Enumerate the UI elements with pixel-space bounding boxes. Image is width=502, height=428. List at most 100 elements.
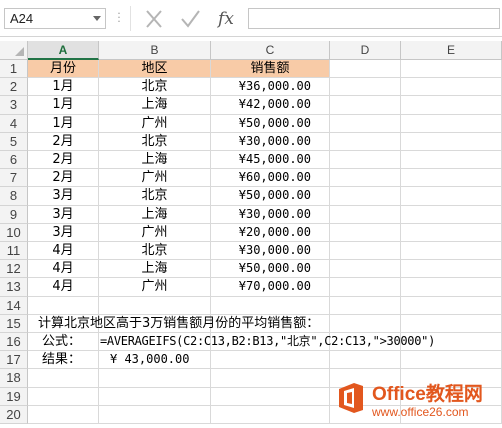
row-header-1[interactable]: 1 bbox=[0, 60, 28, 79]
cell-month[interactable]: 4月 bbox=[28, 242, 99, 261]
cell-region[interactable]: 上海 bbox=[99, 151, 211, 170]
cell[interactable] bbox=[330, 114, 401, 133]
cell-region[interactable]: 上海 bbox=[99, 260, 211, 279]
cell[interactable] bbox=[401, 132, 502, 151]
cell-month[interactable]: 2月 bbox=[28, 151, 99, 170]
cell-month[interactable]: 4月 bbox=[28, 260, 99, 279]
cell-month[interactable]: 4月 bbox=[28, 278, 99, 297]
cell[interactable] bbox=[330, 187, 401, 206]
cell[interactable] bbox=[401, 278, 502, 297]
cell[interactable] bbox=[330, 242, 401, 261]
cell-month[interactable]: 2月 bbox=[28, 132, 99, 151]
cell[interactable] bbox=[330, 132, 401, 151]
table-header-month[interactable]: 月份 bbox=[28, 60, 99, 79]
row-header-7[interactable]: 7 bbox=[0, 169, 28, 188]
cell[interactable] bbox=[401, 187, 502, 206]
cell-month[interactable]: 3月 bbox=[28, 223, 99, 242]
cell[interactable] bbox=[99, 369, 211, 388]
row-header-5[interactable]: 5 bbox=[0, 132, 28, 151]
cell-sales[interactable]: ¥50,000.00 bbox=[211, 114, 330, 133]
cell-month[interactable]: 3月 bbox=[28, 205, 99, 224]
row-header-13[interactable]: 13 bbox=[0, 278, 28, 297]
row-header-18[interactable]: 18 bbox=[0, 369, 28, 388]
cell[interactable] bbox=[99, 296, 211, 315]
column-header-e[interactable]: E bbox=[401, 41, 502, 60]
formula-input[interactable] bbox=[248, 8, 500, 29]
cell[interactable] bbox=[330, 296, 401, 315]
cell-sales[interactable]: ¥60,000.00 bbox=[211, 169, 330, 188]
cell[interactable] bbox=[99, 405, 211, 424]
cell[interactable] bbox=[211, 387, 330, 406]
row-header-8[interactable]: 8 bbox=[0, 187, 28, 206]
cell-sales[interactable]: ¥42,000.00 bbox=[211, 96, 330, 115]
cell-month[interactable]: 1月 bbox=[28, 78, 99, 97]
dropdown-arrow-icon[interactable] bbox=[93, 16, 101, 21]
cell-sales[interactable]: ¥50,000.00 bbox=[211, 260, 330, 279]
row-header-19[interactable]: 19 bbox=[0, 387, 28, 406]
cell-region[interactable]: 广州 bbox=[99, 223, 211, 242]
cell-region[interactable]: 北京 bbox=[99, 242, 211, 261]
name-box[interactable]: A24 bbox=[4, 8, 106, 29]
row-header-6[interactable]: 6 bbox=[0, 151, 28, 170]
row-header-3[interactable]: 3 bbox=[0, 96, 28, 115]
row-header-17[interactable]: 17 bbox=[0, 351, 28, 370]
cell-sales[interactable]: ¥70,000.00 bbox=[211, 278, 330, 297]
enter-icon[interactable] bbox=[178, 8, 202, 30]
cell[interactable] bbox=[401, 169, 502, 188]
cell-sales[interactable]: ¥36,000.00 bbox=[211, 78, 330, 97]
cell[interactable] bbox=[211, 405, 330, 424]
cell[interactable] bbox=[211, 369, 330, 388]
drag-handle-icon[interactable]: · · · bbox=[117, 8, 121, 27]
cell[interactable] bbox=[401, 78, 502, 97]
cell-month[interactable]: 2月 bbox=[28, 169, 99, 188]
cell-sales[interactable]: ¥30,000.00 bbox=[211, 242, 330, 261]
cell[interactable] bbox=[28, 296, 99, 315]
fx-icon[interactable]: fx bbox=[214, 8, 238, 30]
cell-sales[interactable]: ¥30,000.00 bbox=[211, 132, 330, 151]
cell[interactable] bbox=[330, 205, 401, 224]
cell-region[interactable]: 北京 bbox=[99, 187, 211, 206]
cell[interactable] bbox=[211, 296, 330, 315]
cell-region[interactable]: 北京 bbox=[99, 132, 211, 151]
row-header-4[interactable]: 4 bbox=[0, 114, 28, 133]
cell[interactable] bbox=[401, 223, 502, 242]
cell-sales[interactable]: ¥20,000.00 bbox=[211, 223, 330, 242]
cell[interactable] bbox=[99, 387, 211, 406]
row-header-11[interactable]: 11 bbox=[0, 242, 28, 261]
cell-region[interactable]: 上海 bbox=[99, 205, 211, 224]
cell-region[interactable]: 北京 bbox=[99, 78, 211, 97]
cell-sales[interactable]: ¥30,000.00 bbox=[211, 205, 330, 224]
cell[interactable] bbox=[330, 96, 401, 115]
column-header-c[interactable]: C bbox=[211, 41, 330, 60]
cell-sales[interactable]: ¥50,000.00 bbox=[211, 187, 330, 206]
row-header-2[interactable]: 2 bbox=[0, 78, 28, 97]
cell[interactable] bbox=[401, 96, 502, 115]
cell[interactable] bbox=[330, 78, 401, 97]
row-header-12[interactable]: 12 bbox=[0, 260, 28, 279]
cell-region[interactable]: 广州 bbox=[99, 169, 211, 188]
row-header-20[interactable]: 20 bbox=[0, 405, 28, 424]
cell-region[interactable]: 广州 bbox=[99, 114, 211, 133]
column-header-b[interactable]: B bbox=[99, 41, 211, 60]
row-header-16[interactable]: 16 bbox=[0, 333, 28, 352]
cell[interactable] bbox=[330, 351, 401, 370]
select-all-button[interactable] bbox=[0, 41, 28, 60]
cell[interactable] bbox=[28, 405, 99, 424]
cell[interactable] bbox=[28, 387, 99, 406]
cell[interactable] bbox=[28, 369, 99, 388]
row-header-10[interactable]: 10 bbox=[0, 223, 28, 242]
cell[interactable] bbox=[330, 151, 401, 170]
cell[interactable] bbox=[401, 260, 502, 279]
cell[interactable] bbox=[330, 60, 401, 79]
cell[interactable] bbox=[401, 296, 502, 315]
cell[interactable] bbox=[330, 223, 401, 242]
cell[interactable] bbox=[330, 314, 401, 333]
cell-region[interactable]: 上海 bbox=[99, 96, 211, 115]
row-header-14[interactable]: 14 bbox=[0, 296, 28, 315]
cancel-icon[interactable] bbox=[142, 8, 166, 30]
cell[interactable] bbox=[401, 314, 502, 333]
table-header-sales[interactable]: 销售额 bbox=[211, 60, 330, 79]
cell-region[interactable]: 广州 bbox=[99, 278, 211, 297]
cell[interactable] bbox=[211, 351, 330, 370]
cell[interactable] bbox=[401, 205, 502, 224]
